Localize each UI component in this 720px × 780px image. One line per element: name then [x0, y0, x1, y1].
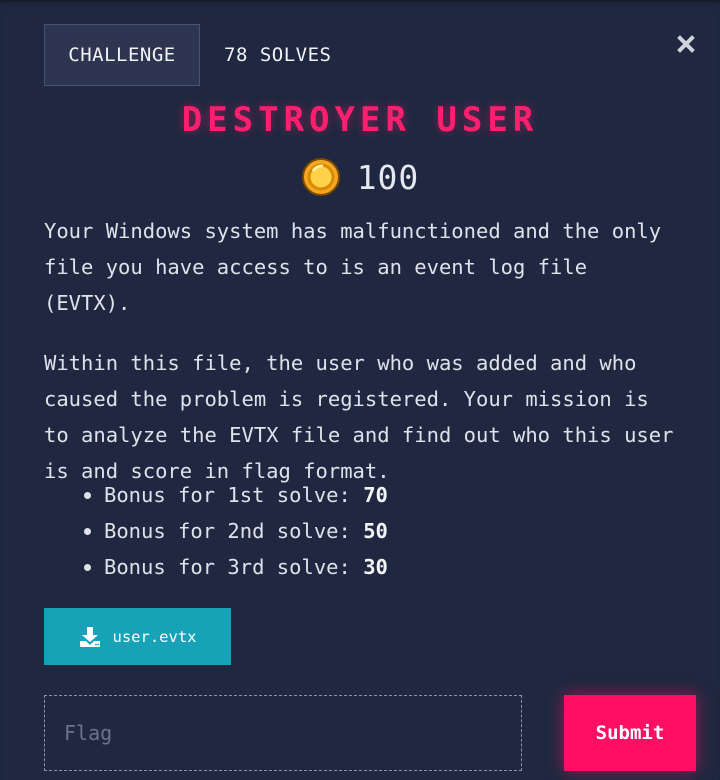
close-icon[interactable]	[676, 34, 696, 54]
bonus-value: 50	[363, 519, 388, 543]
tab-challenge[interactable]: CHALLENGE	[44, 24, 200, 86]
bonus-item: Bonus for 1st solve: 70	[80, 477, 388, 513]
challenge-description: Your Windows system has malfunctioned an…	[44, 213, 684, 513]
challenge-modal: CHALLENGE 78 SOLVES DESTROYER USER 100 Y…	[0, 0, 720, 780]
bonus-label: Bonus for 2nd solve:	[104, 519, 364, 543]
download-icon	[79, 626, 100, 647]
modal-tabs: CHALLENGE 78 SOLVES	[44, 24, 355, 86]
bonus-item: Bonus for 2nd solve: 50	[80, 513, 388, 549]
bonus-item: Bonus for 3rd solve: 30	[80, 549, 388, 585]
bonus-list: Bonus for 1st solve: 70 Bonus for 2nd so…	[80, 477, 388, 585]
download-file-label: user.evtx	[112, 627, 197, 646]
flag-input[interactable]	[44, 695, 522, 771]
coin-icon	[301, 158, 340, 196]
challenge-title: DESTROYER USER	[181, 100, 539, 140]
description-paragraph: Your Windows system has malfunctioned an…	[44, 219, 662, 315]
submit-button[interactable]: Submit	[564, 695, 696, 771]
description-paragraph: Within this file, the user who was added…	[44, 351, 674, 483]
bonus-value: 30	[363, 555, 388, 579]
challenge-points: 100	[0, 157, 720, 197]
bonus-label: Bonus for 1st solve:	[104, 483, 364, 507]
bonus-label: Bonus for 3rd solve:	[104, 555, 364, 579]
tab-solves[interactable]: 78 SOLVES	[200, 24, 355, 86]
bonus-value: 70	[363, 483, 388, 507]
download-file-button[interactable]: user.evtx	[44, 608, 231, 665]
points-value: 100	[356, 157, 420, 197]
